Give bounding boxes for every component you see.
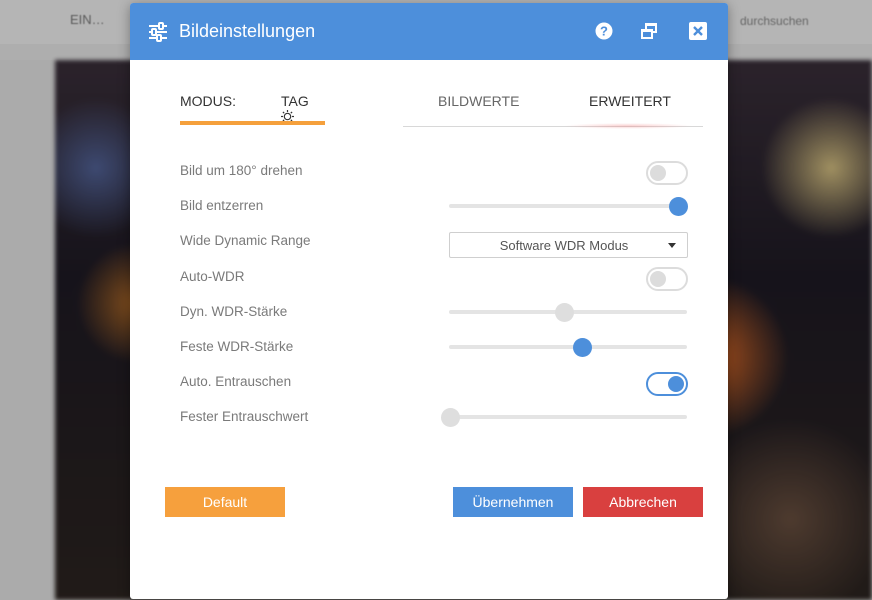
window-restore-icon[interactable] (640, 22, 658, 40)
mode-active-underline (180, 121, 325, 125)
dialog-title: Bildeinstellungen (179, 21, 316, 41)
fixed-denoise-slider[interactable] (441, 407, 687, 427)
setting-label-auto-denoise: Auto. Entrauschen (180, 374, 292, 389)
sliders-icon (149, 22, 167, 42)
setting-label-dyn-wdr: Dyn. WDR-Stärke (180, 304, 288, 319)
close-icon[interactable] (689, 22, 707, 40)
active-tab-indicator (563, 123, 693, 129)
fixed-wdr-strength-slider[interactable] (449, 337, 687, 357)
default-button[interactable]: Default (165, 487, 285, 517)
slider-track (449, 204, 687, 208)
toggle-knob (668, 376, 684, 392)
mode-label: MODUS: (180, 93, 236, 109)
svg-text:?: ? (600, 24, 608, 39)
rotate-180-toggle[interactable] (646, 161, 688, 185)
settings-tab-strip: BILDWERTE ERWEITERT (403, 93, 703, 129)
help-icon[interactable]: ? (595, 22, 613, 40)
setting-label-auto-wdr: Auto-WDR (180, 269, 245, 284)
slider-thumb[interactable] (555, 303, 574, 322)
caret-down-icon (668, 243, 676, 248)
setting-label-dewarp: Bild entzerren (180, 198, 264, 213)
dialog-header: Bildeinstellungen ? (130, 3, 728, 60)
wdr-mode-selected-value: Software WDR Modus (499, 238, 629, 253)
apply-button[interactable]: Übernehmen (453, 487, 573, 517)
tab-erweitert[interactable]: ERWEITERT (589, 93, 671, 109)
cancel-button[interactable]: Abbrechen (583, 487, 703, 517)
image-settings-dialog: Bildeinstellungen ? MODUS: TAG BILDWERTE… (130, 3, 728, 599)
auto-wdr-toggle[interactable] (646, 267, 688, 291)
tab-bildwerte[interactable]: BILDWERTE (438, 93, 519, 109)
slider-track (449, 345, 687, 349)
wdr-mode-select[interactable]: Software WDR Modus (449, 232, 688, 258)
dewarp-slider[interactable] (449, 196, 688, 216)
mode-selector[interactable]: MODUS: TAG (180, 93, 325, 125)
setting-label-wdr: Wide Dynamic Range (180, 233, 311, 248)
setting-label-fixed-denoise: Fester Entrauschwert (180, 409, 309, 424)
setting-label-rotate: Bild um 180° drehen (180, 163, 303, 178)
slider-thumb[interactable] (573, 338, 593, 357)
slider-track (449, 415, 687, 419)
toggle-knob (650, 165, 666, 181)
slider-thumb[interactable] (441, 408, 460, 427)
toggle-knob (650, 271, 666, 287)
dyn-wdr-strength-slider[interactable] (449, 302, 687, 322)
slider-thumb[interactable] (669, 197, 688, 216)
auto-denoise-toggle[interactable] (646, 372, 688, 396)
setting-label-fixed-wdr: Feste WDR-Stärke (180, 339, 294, 354)
